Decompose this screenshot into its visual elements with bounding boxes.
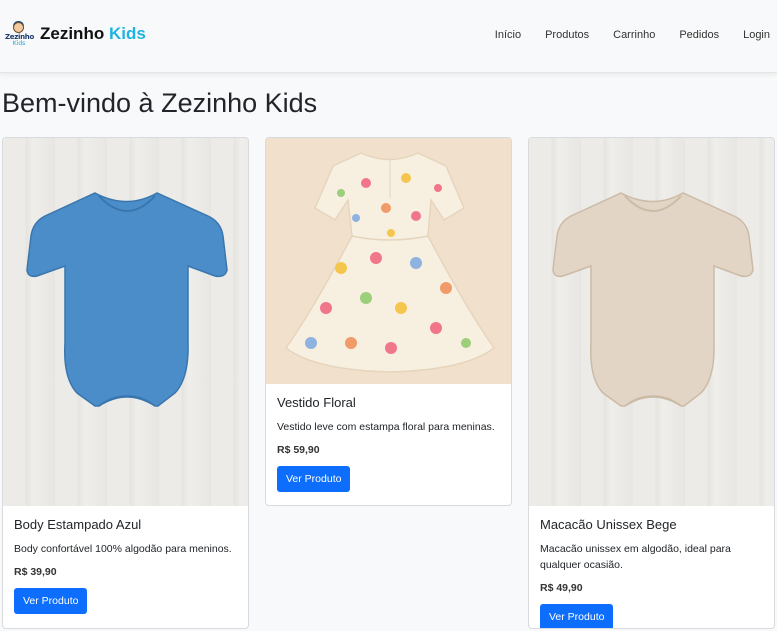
product-price: R$ 49,90 — [540, 582, 583, 594]
page-title: Bem-vindo à Zezinho Kids — [2, 88, 318, 118]
brand-link[interactable]: Zezinho Kids Zezinho Kids — [5, 20, 146, 48]
product-description: Vestido leve com estampa floral para men… — [277, 421, 495, 433]
product-title: Vestido Floral — [277, 395, 356, 410]
view-product-button[interactable]: Ver Produto — [277, 466, 351, 492]
nav-inicio[interactable]: Início — [495, 29, 521, 41]
nav-carrinho[interactable]: Carrinho — [613, 29, 655, 41]
product-description: Body confortável 100% algodão para menin… — [14, 543, 232, 555]
view-product-button[interactable]: Ver Produto — [540, 604, 614, 628]
product-description: Macacão unissex em algodão, ideal para q… — [540, 543, 731, 571]
view-product-button[interactable]: Ver Produto — [14, 588, 88, 614]
nav-login[interactable]: Login — [743, 29, 770, 41]
product-price: R$ 39,90 — [14, 566, 57, 578]
product-card: Vestido Floral Vestido leve com estampa … — [265, 137, 512, 506]
product-title: Body Estampado Azul — [14, 517, 142, 532]
nav-menu: Início Produtos Carrinho Pedidos Login — [471, 29, 777, 41]
beige-romper-image[interactable] — [529, 138, 774, 506]
logo-subtext: Kids — [12, 40, 26, 47]
brand-name: Zezinho Kids — [40, 24, 146, 43]
blue-bodysuit-image[interactable] — [3, 138, 248, 506]
navbar: Zezinho Kids Zezinho Kids Início Produto… — [0, 0, 777, 73]
nav-pedidos[interactable]: Pedidos — [679, 29, 719, 41]
product-title: Macacão Unissex Bege — [540, 517, 677, 532]
floral-dress-image[interactable] — [266, 138, 511, 384]
nav-produtos[interactable]: Produtos — [545, 29, 589, 41]
logo: Zezinho Kids — [5, 20, 34, 48]
product-price: R$ 59,90 — [277, 444, 320, 456]
product-card: Body Estampado Azul Body confortável 100… — [2, 137, 249, 629]
product-card: Macacão Unissex Bege Macacão unissex em … — [528, 137, 775, 629]
